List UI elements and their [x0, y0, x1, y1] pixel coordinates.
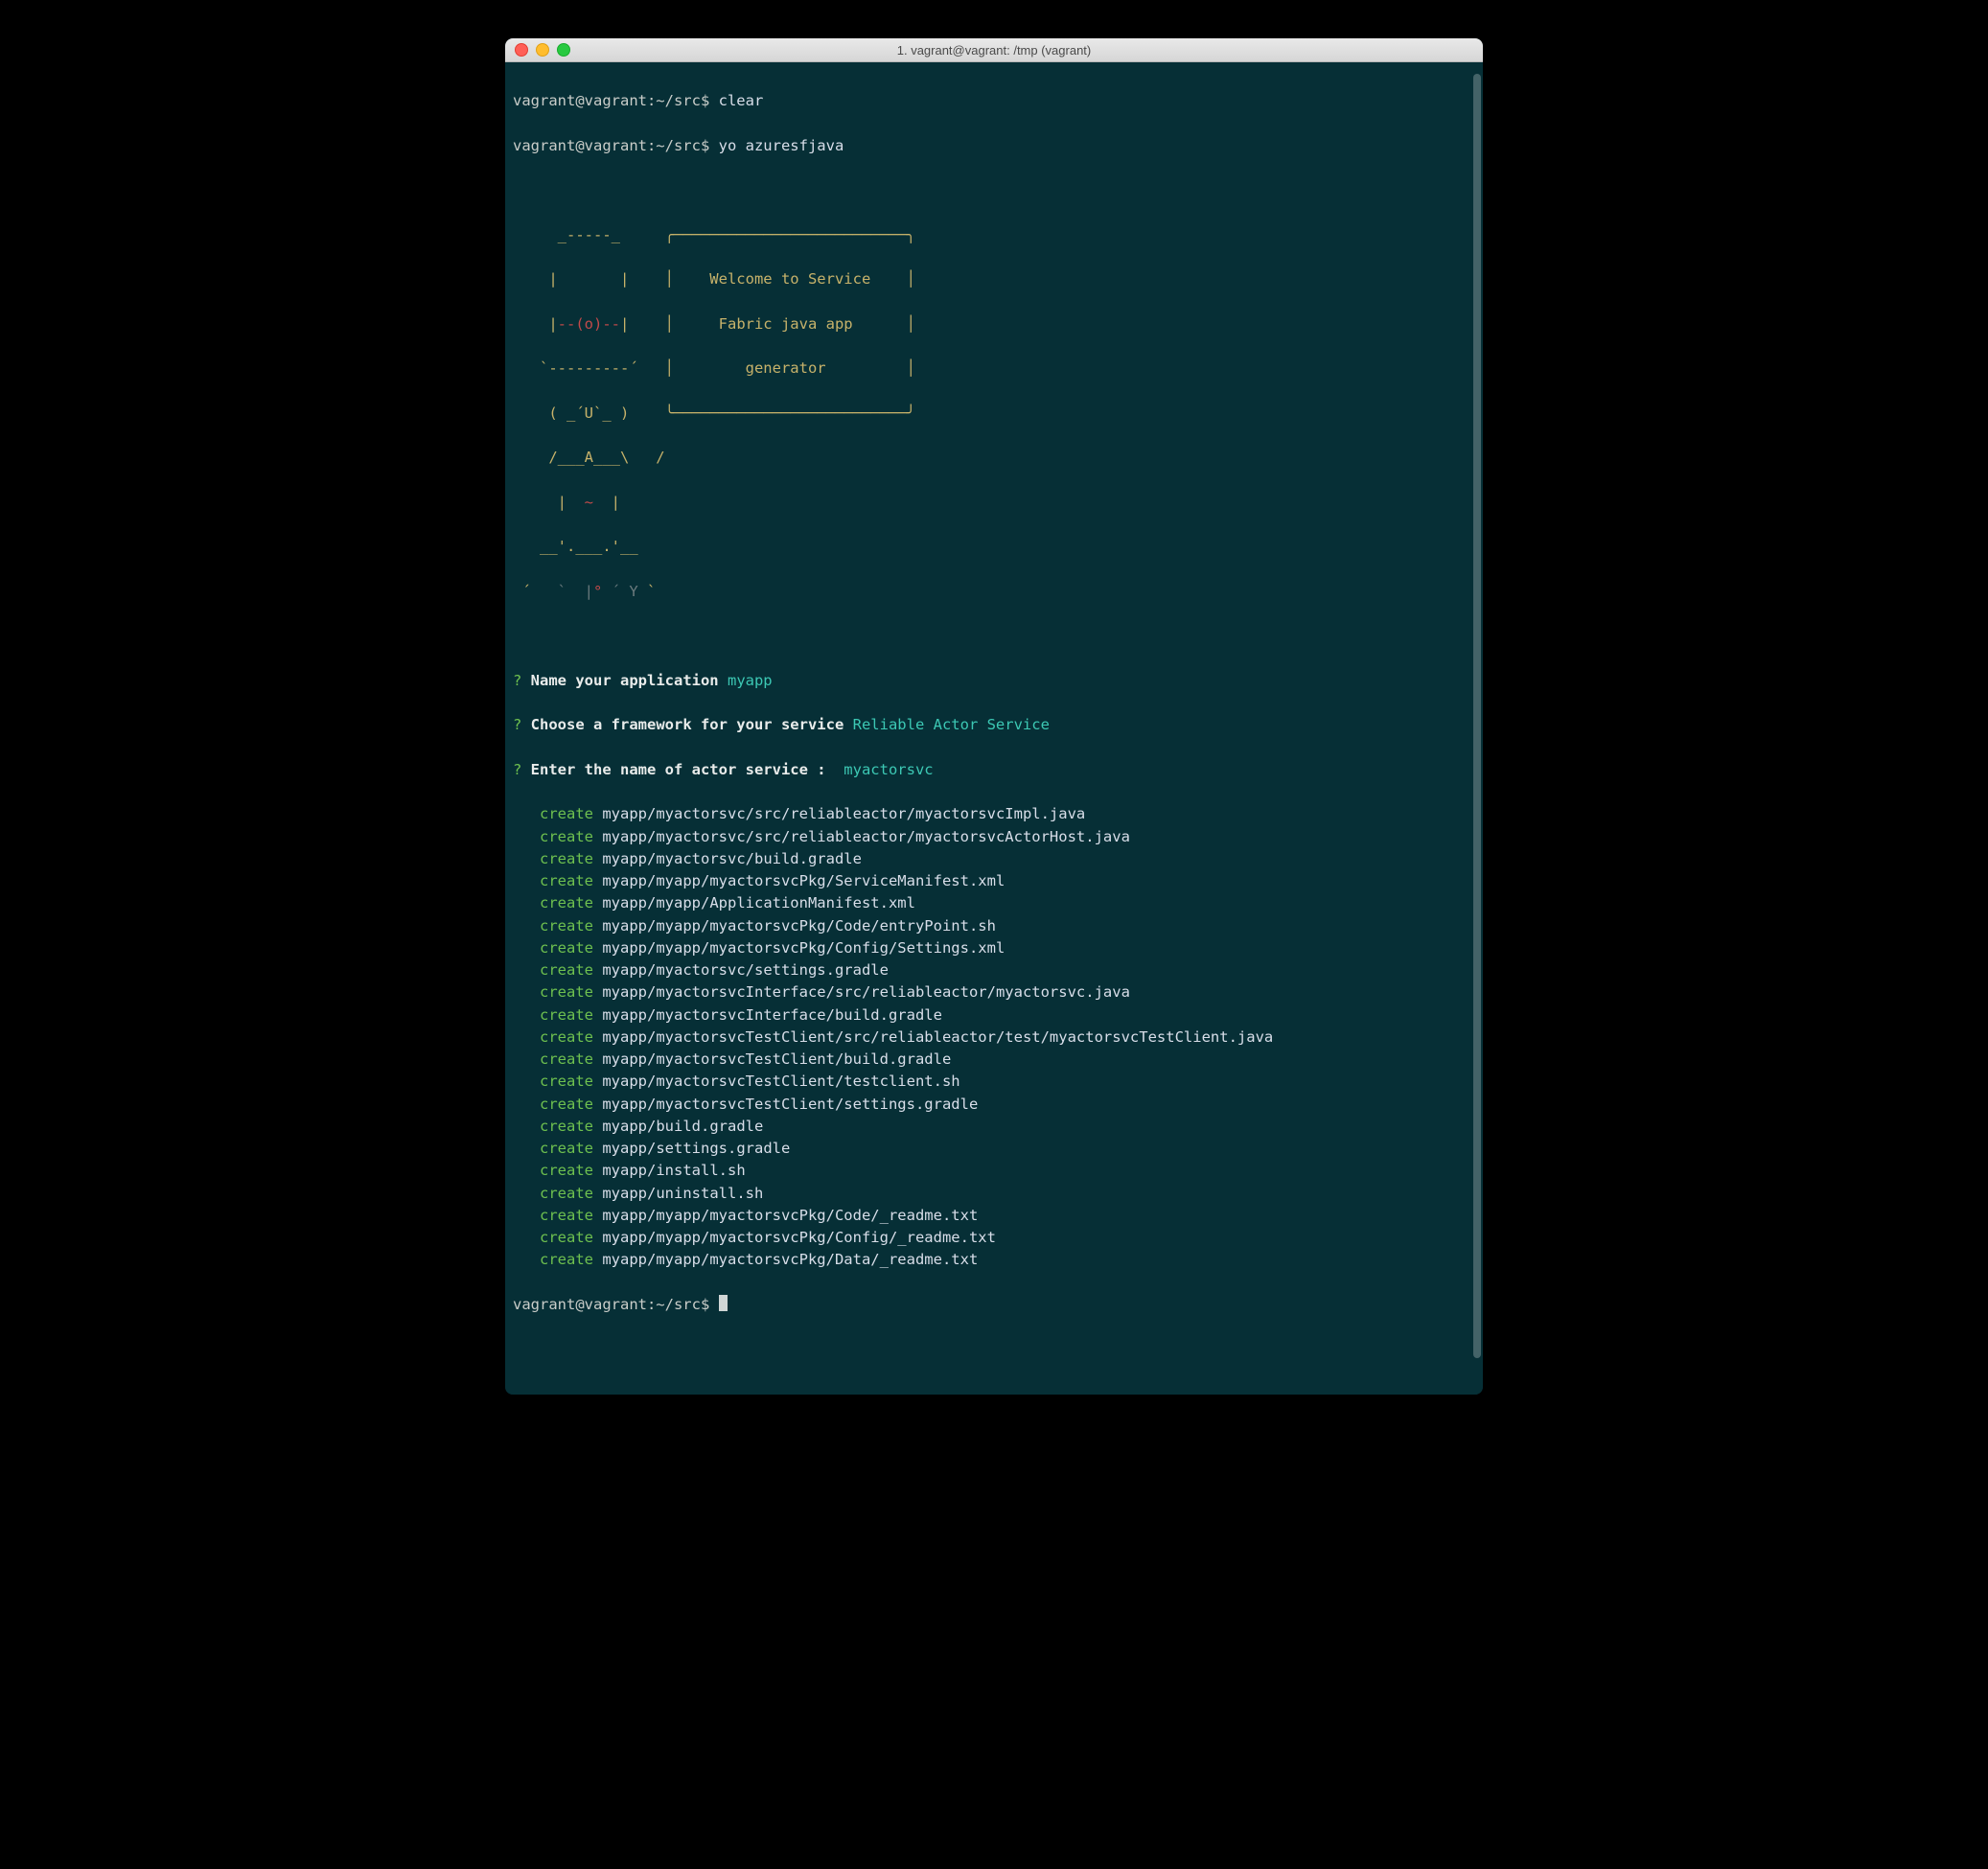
- create-line: create myapp/myapp/myactorsvcPkg/Config/…: [513, 1227, 1475, 1249]
- create-line: create myapp/myactorsvc/src/reliableacto…: [513, 826, 1475, 848]
- create-line: create myapp/build.gradle: [513, 1116, 1475, 1138]
- file-path: myapp/myactorsvcInterface/build.gradle: [602, 1006, 942, 1024]
- create-line: create myapp/myactorsvcTestClient/src/re…: [513, 1027, 1475, 1049]
- file-path: myapp/myactorsvcTestClient/build.gradle: [602, 1050, 951, 1068]
- terminal-body[interactable]: vagrant@vagrant:~/src$ clear vagrant@vag…: [505, 62, 1483, 1395]
- file-path: myapp/build.gradle: [602, 1118, 763, 1135]
- file-path: myapp/settings.gradle: [602, 1140, 790, 1157]
- file-path: myapp/myapp/myactorsvcPkg/Config/_readme…: [602, 1229, 996, 1246]
- create-keyword: create: [540, 1251, 593, 1268]
- prompt-q2: ? Choose a framework for your service Re…: [513, 714, 1475, 736]
- create-line: create myapp/myactorsvc/build.gradle: [513, 848, 1475, 870]
- create-keyword: create: [540, 1118, 593, 1135]
- create-keyword: create: [540, 1073, 593, 1090]
- create-keyword: create: [540, 1050, 593, 1068]
- create-line: create myapp/myactorsvcTestClient/testcl…: [513, 1071, 1475, 1093]
- create-keyword: create: [540, 983, 593, 1001]
- create-keyword: create: [540, 1229, 593, 1246]
- create-keyword: create: [540, 1006, 593, 1024]
- file-path: myapp/myactorsvc/src/reliableactor/myact…: [602, 828, 1130, 845]
- cmd-line: vagrant@vagrant:~/src$ yo azuresfjava: [513, 135, 1475, 157]
- file-path: myapp/myactorsvcInterface/src/reliableac…: [602, 983, 1130, 1001]
- create-line: create myapp/myactorsvcTestClient/settin…: [513, 1094, 1475, 1116]
- file-path: myapp/uninstall.sh: [602, 1185, 763, 1202]
- create-line: create myapp/myapp/myactorsvcPkg/Config/…: [513, 937, 1475, 959]
- file-path: myapp/myactorsvc/settings.gradle: [602, 961, 889, 979]
- create-keyword: create: [540, 1028, 593, 1046]
- file-path: myapp/myapp/myactorsvcPkg/Config/Setting…: [602, 939, 1005, 957]
- file-list: create myapp/myactorsvc/src/reliableacto…: [513, 803, 1475, 1271]
- create-line: create myapp/uninstall.sh: [513, 1183, 1475, 1205]
- ascii-art: _-----_ ╭──────────────────────────╮: [513, 224, 1475, 246]
- file-path: myapp/myapp/myactorsvcPkg/Data/_readme.t…: [602, 1251, 978, 1268]
- cmd-line: vagrant@vagrant:~/src$ clear: [513, 90, 1475, 112]
- create-line: create myapp/install.sh: [513, 1160, 1475, 1182]
- prompt-q1: ? Name your application myapp: [513, 670, 1475, 692]
- create-line: create myapp/myapp/myactorsvcPkg/Data/_r…: [513, 1249, 1475, 1271]
- create-keyword: create: [540, 961, 593, 979]
- file-path: myapp/myapp/ApplicationManifest.xml: [602, 894, 915, 911]
- file-path: myapp/myactorsvcTestClient/settings.grad…: [602, 1096, 978, 1113]
- create-line: create myapp/myapp/myactorsvcPkg/Code/en…: [513, 915, 1475, 937]
- file-path: myapp/install.sh: [602, 1162, 745, 1179]
- create-keyword: create: [540, 828, 593, 845]
- ascii-art: /___A___\ /: [513, 447, 1475, 469]
- final-prompt: vagrant@vagrant:~/src$: [513, 1294, 1475, 1316]
- cursor: [719, 1295, 728, 1311]
- file-path: myapp/myactorsvc/build.gradle: [602, 850, 862, 867]
- ascii-art: | ~ |: [513, 492, 1475, 514]
- ascii-art: `---------´ │ generator │: [513, 358, 1475, 380]
- create-keyword: create: [540, 1140, 593, 1157]
- create-line: create myapp/myapp/ApplicationManifest.x…: [513, 892, 1475, 914]
- file-path: myapp/myactorsvc/src/reliableactor/myact…: [602, 805, 1085, 822]
- window-title: 1. vagrant@vagrant: /tmp (vagrant): [505, 43, 1483, 58]
- create-keyword: create: [540, 872, 593, 889]
- create-keyword: create: [540, 939, 593, 957]
- create-keyword: create: [540, 1162, 593, 1179]
- prompt-q3: ? Enter the name of actor service : myac…: [513, 759, 1475, 781]
- file-path: myapp/myapp/myactorsvcPkg/Code/_readme.t…: [602, 1207, 978, 1224]
- shell-prompt: vagrant@vagrant:~/src$: [513, 137, 719, 154]
- file-path: myapp/myapp/myactorsvcPkg/Code/entryPoin…: [602, 917, 996, 934]
- titlebar: 1. vagrant@vagrant: /tmp (vagrant): [505, 38, 1483, 62]
- scrollbar[interactable]: [1473, 74, 1481, 1358]
- create-line: create myapp/myapp/myactorsvcPkg/Code/_r…: [513, 1205, 1475, 1227]
- create-keyword: create: [540, 917, 593, 934]
- ascii-art: | | │ Welcome to Service │: [513, 268, 1475, 290]
- ascii-art: __'.___.'__: [513, 536, 1475, 558]
- create-line: create myapp/settings.gradle: [513, 1138, 1475, 1160]
- shell-prompt: vagrant@vagrant:~/src$: [513, 92, 719, 109]
- create-keyword: create: [540, 850, 593, 867]
- create-line: create myapp/myactorsvc/settings.gradle: [513, 959, 1475, 981]
- create-keyword: create: [540, 805, 593, 822]
- create-line: create myapp/myactorsvcInterface/build.g…: [513, 1004, 1475, 1027]
- file-path: myapp/myactorsvcTestClient/src/reliablea…: [602, 1028, 1273, 1046]
- create-keyword: create: [540, 1207, 593, 1224]
- create-line: create myapp/myactorsvcTestClient/build.…: [513, 1049, 1475, 1071]
- cmd-yo: yo azuresfjava: [719, 137, 844, 154]
- create-keyword: create: [540, 1096, 593, 1113]
- blank-line: [513, 179, 1475, 201]
- create-line: create myapp/myactorsvc/src/reliableacto…: [513, 803, 1475, 825]
- create-line: create myapp/myapp/myactorsvcPkg/Service…: [513, 870, 1475, 892]
- create-keyword: create: [540, 894, 593, 911]
- blank-line: [513, 625, 1475, 647]
- cmd-clear: clear: [719, 92, 764, 109]
- ascii-art: ( _´U`_ ) ╰──────────────────────────╯: [513, 403, 1475, 425]
- ascii-art: |--(o)--| │ Fabric java app │: [513, 313, 1475, 335]
- create-line: create myapp/myactorsvcInterface/src/rel…: [513, 981, 1475, 1004]
- shell-prompt: vagrant@vagrant:~/src$: [513, 1296, 719, 1313]
- ascii-art: ´ ` |° ´ Y `: [513, 581, 1475, 603]
- file-path: myapp/myapp/myactorsvcPkg/ServiceManifes…: [602, 872, 1005, 889]
- create-keyword: create: [540, 1185, 593, 1202]
- file-path: myapp/myactorsvcTestClient/testclient.sh: [602, 1073, 959, 1090]
- terminal-window: 1. vagrant@vagrant: /tmp (vagrant) vagra…: [505, 38, 1483, 1395]
